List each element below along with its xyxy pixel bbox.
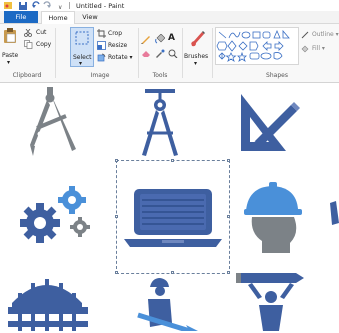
rotate-button[interactable]: Rotate ▾ xyxy=(97,53,137,62)
paste-button[interactable]: Paste ▾ xyxy=(2,26,18,68)
select-rectangle-icon xyxy=(75,31,89,45)
shapes-icons xyxy=(216,29,290,62)
paste-clipboard-icon xyxy=(4,28,16,43)
group-divider xyxy=(138,28,139,78)
title-divider xyxy=(69,2,70,9)
person-lifting-pencil-icon xyxy=(236,273,304,331)
pencil-tool[interactable] xyxy=(141,34,151,44)
crop-button[interactable]: Crop xyxy=(97,29,133,38)
magnifier-icon xyxy=(168,49,178,59)
resize-button[interactable]: Resize xyxy=(97,41,133,50)
rotate-icon xyxy=(97,53,106,62)
engineer-hardhat-icon xyxy=(244,182,302,253)
fill-button[interactable]: Fill ▾ xyxy=(301,44,339,53)
canvas[interactable] xyxy=(0,83,339,333)
select-dropdown-icon: ▾ xyxy=(79,60,83,67)
customize-dropdown-icon[interactable]: ∨ xyxy=(58,4,62,11)
cut-button[interactable]: Cut xyxy=(24,28,52,38)
shapes-gallery[interactable] xyxy=(215,27,299,65)
image-group-label: Image xyxy=(90,72,110,79)
partial-pencil-icon xyxy=(330,201,339,225)
selection-rectangle[interactable] xyxy=(116,160,230,274)
eraser-icon xyxy=(142,51,150,57)
fill-tool[interactable] xyxy=(155,33,166,44)
resize-handle[interactable] xyxy=(227,215,230,218)
brushes-button[interactable]: Brushes ▾ xyxy=(184,27,210,69)
pencil-icon xyxy=(141,36,150,44)
save-icon[interactable] xyxy=(19,2,27,10)
gears-icon xyxy=(20,186,90,243)
paste-dropdown-icon: ▾ xyxy=(7,59,11,66)
select-label: Select xyxy=(73,54,92,61)
set-square-pencil-icon xyxy=(241,94,300,151)
resize-handle[interactable] xyxy=(115,215,118,218)
outline-icon xyxy=(301,31,309,39)
fill-bucket-icon xyxy=(155,33,166,44)
resize-handle[interactable] xyxy=(227,271,230,274)
crop-icon xyxy=(97,29,106,38)
text-tool[interactable]: A xyxy=(168,33,175,43)
brush-icon xyxy=(191,31,205,47)
paste-label: Paste xyxy=(2,52,19,59)
brushes-dropdown-icon: ▾ xyxy=(194,60,198,67)
group-divider xyxy=(55,28,56,78)
worker-shovel-icon xyxy=(137,278,198,333)
resize-handle[interactable] xyxy=(171,159,174,162)
window-title: Untitled - Paint xyxy=(76,2,125,10)
outline-label: Outline ▾ xyxy=(312,31,339,38)
resize-handle[interactable] xyxy=(115,159,118,162)
drafting-compass-icon xyxy=(142,89,178,156)
crop-label: Crop xyxy=(108,30,123,37)
ribbon-tabs: File Home View xyxy=(0,11,339,24)
tools-group-label: Tools xyxy=(152,72,168,79)
redo-icon[interactable] xyxy=(43,1,51,8)
copy-icon xyxy=(24,40,33,49)
title-bar: ∨ Untitled - Paint xyxy=(0,0,339,11)
resize-handle[interactable] xyxy=(115,271,118,274)
fill-label: Fill ▾ xyxy=(312,45,325,52)
ribbon: Paste ▾ Cut Copy Clipboard Select ▾ Crop xyxy=(0,24,339,83)
bridge-icon xyxy=(8,279,88,331)
resize-label: Resize xyxy=(108,42,128,49)
shapes-group-label: Shapes xyxy=(266,72,288,79)
compass-gray-icon xyxy=(30,87,76,156)
resize-icon xyxy=(97,41,106,50)
fill-icon xyxy=(301,45,309,53)
cut-label: Cut xyxy=(36,29,47,36)
eraser-tool[interactable] xyxy=(141,49,151,58)
rotate-label: Rotate ▾ xyxy=(108,54,133,61)
tab-home[interactable]: Home xyxy=(41,11,75,24)
copy-label: Copy xyxy=(36,41,52,48)
color-picker-tool[interactable] xyxy=(155,49,165,58)
magnifier-tool[interactable] xyxy=(168,49,178,59)
tab-view[interactable]: View xyxy=(78,11,102,23)
scissors-icon xyxy=(24,29,32,37)
undo-icon[interactable] xyxy=(32,1,40,8)
brushes-label: Brushes xyxy=(184,53,209,60)
group-divider xyxy=(212,28,213,78)
paint-app-icon xyxy=(4,2,12,9)
resize-handle[interactable] xyxy=(227,159,230,162)
copy-button[interactable]: Copy xyxy=(24,40,52,50)
group-divider xyxy=(182,28,183,78)
resize-handle[interactable] xyxy=(171,271,174,274)
outline-button[interactable]: Outline ▾ xyxy=(301,30,339,39)
eyedropper-icon xyxy=(156,49,165,58)
clipboard-group-label: Clipboard xyxy=(12,72,42,79)
tab-file[interactable]: File xyxy=(4,11,38,23)
quick-access-toolbar: ∨ xyxy=(4,1,62,11)
select-button[interactable]: Select ▾ xyxy=(70,27,94,67)
